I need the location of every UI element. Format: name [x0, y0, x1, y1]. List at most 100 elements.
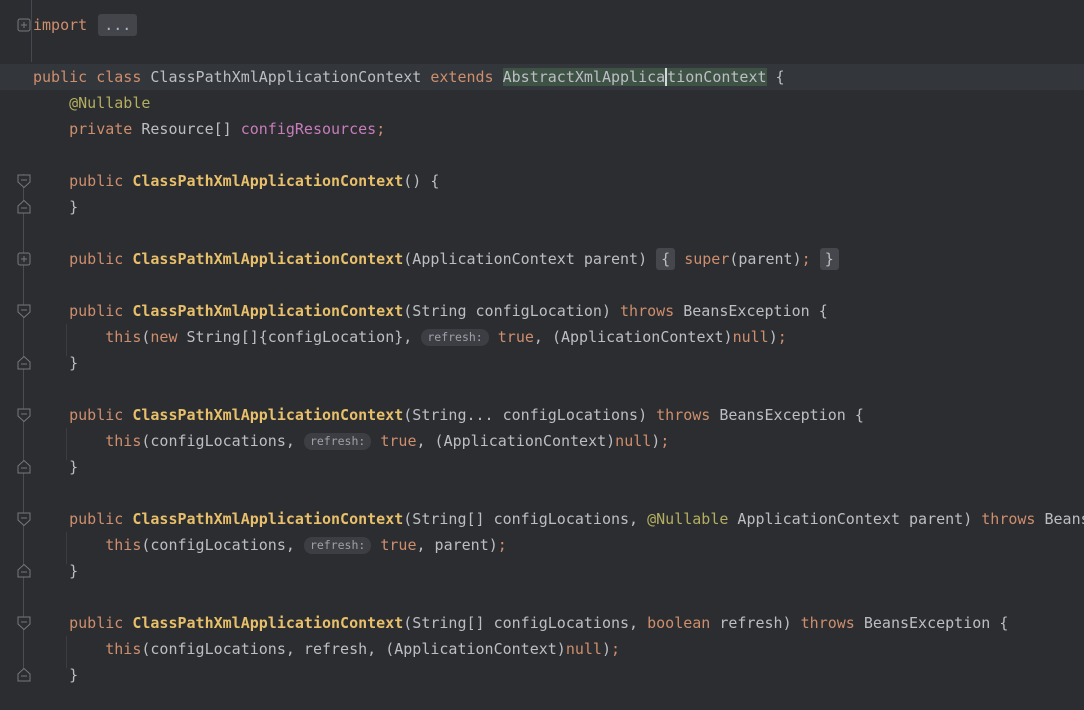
code-line-22[interactable]: }	[0, 558, 1084, 584]
fold-marker-end-icon[interactable]	[17, 668, 31, 682]
token-keyword: public	[69, 250, 123, 268]
token-text: ApplicationContext parent)	[728, 510, 981, 528]
code-line-8[interactable]: }	[0, 194, 1084, 220]
token-annotation: @Nullable	[647, 510, 728, 528]
code-line-26[interactable]: }	[0, 662, 1084, 688]
token-keyword: null	[733, 328, 769, 346]
code-line-13[interactable]: this(new String[]{configLocation}, refre…	[0, 324, 1084, 350]
code-line-7[interactable]: public ClassPathXmlApplicationContext() …	[0, 168, 1084, 194]
code-line-15[interactable]	[0, 376, 1084, 402]
token-text	[33, 94, 69, 112]
code-line-17[interactable]: this(configLocations, refresh: true, (Ap…	[0, 428, 1084, 454]
token-keyword: this	[105, 536, 141, 554]
fold-marker-start-icon[interactable]	[17, 512, 31, 526]
code-line-4[interactable]: @Nullable	[0, 90, 1084, 116]
token-text: }	[33, 666, 78, 684]
code-line-18[interactable]: }	[0, 454, 1084, 480]
code-line-20[interactable]: public ClassPathXmlApplicationContext(St…	[0, 506, 1084, 532]
code-line-25[interactable]: this(configLocations, refresh, (Applicat…	[0, 636, 1084, 662]
token-text: }	[33, 198, 78, 216]
code-line-11[interactable]	[0, 272, 1084, 298]
token-text: refresh)	[710, 614, 800, 632]
token-text: )	[769, 328, 778, 346]
token-keyword: throws	[801, 614, 855, 632]
fold-marker-end-icon[interactable]	[17, 564, 31, 578]
token-text: (configLocations, refresh, (ApplicationC…	[141, 640, 565, 658]
fold-marker-start-icon[interactable]	[17, 408, 31, 422]
token-constructor-name: ClassPathXmlApplicationContext	[132, 614, 403, 632]
token-constructor-name: ClassPathXmlApplicationContext	[132, 510, 403, 528]
token-keyword: import	[33, 16, 87, 34]
code-line-23[interactable]	[0, 584, 1084, 610]
parameter-name-hint[interactable]: refresh:	[421, 329, 488, 346]
fold-marker-collapsed-icon[interactable]	[17, 252, 31, 266]
code-line-12[interactable]: public ClassPathXmlApplicationContext(St…	[0, 298, 1084, 324]
token-keyword: ;	[778, 328, 787, 346]
token-keyword: public	[69, 614, 123, 632]
token-text	[123, 614, 132, 632]
token-text	[33, 328, 105, 346]
token-text: {	[767, 68, 785, 86]
token-text: (String... configLocations)	[403, 406, 656, 424]
code-area[interactable]: import ... public class ClassPathXmlAppli…	[0, 12, 1084, 710]
code-editor[interactable]: import ... public class ClassPathXmlAppli…	[0, 0, 1084, 710]
code-line-21[interactable]: this(configLocations, refresh: true, par…	[0, 532, 1084, 558]
token-keyword: ;	[611, 640, 620, 658]
parameter-name-hint[interactable]: refresh:	[304, 537, 371, 554]
token-annotation: @Nullable	[69, 94, 150, 112]
code-line-9[interactable]	[0, 220, 1084, 246]
token-text: (String[] configLocations,	[403, 510, 647, 528]
token-text: (configLocations,	[141, 536, 304, 554]
folded-body-brace[interactable]: {	[656, 248, 675, 270]
token-text: BeansException {	[1035, 510, 1084, 528]
token-keyword: boolean	[647, 614, 710, 632]
token-text	[811, 250, 820, 268]
token-text: () {	[403, 172, 439, 190]
token-highlighted-identifier: AbstractXmlApplica	[503, 68, 666, 86]
fold-marker-start-icon[interactable]	[17, 616, 31, 630]
code-line-3[interactable]: public class ClassPathXmlApplicationCont…	[0, 64, 1084, 90]
token-text	[87, 16, 96, 34]
token-text: (parent)	[729, 250, 801, 268]
code-line-27[interactable]	[0, 688, 1084, 710]
fold-marker-start-icon[interactable]	[17, 174, 31, 188]
code-line-16[interactable]: public ClassPathXmlApplicationContext(St…	[0, 402, 1084, 428]
token-keyword: public	[69, 302, 123, 320]
token-text: , (ApplicationContext)	[416, 432, 615, 450]
code-line-14[interactable]: }	[0, 350, 1084, 376]
token-text	[33, 302, 69, 320]
token-field-name: configResources	[241, 120, 376, 138]
token-keyword: true	[380, 536, 416, 554]
folded-body-brace[interactable]: }	[820, 248, 839, 270]
token-text	[123, 302, 132, 320]
token-text: )	[651, 432, 660, 450]
code-line-6[interactable]	[0, 142, 1084, 168]
token-text	[33, 172, 69, 190]
fold-marker-end-icon[interactable]	[17, 356, 31, 370]
code-line-2[interactable]	[0, 38, 1084, 64]
token-keyword: true	[498, 328, 534, 346]
token-constructor-name: ClassPathXmlApplicationContext	[132, 302, 403, 320]
parameter-name-hint[interactable]: refresh:	[304, 433, 371, 450]
token-keyword: public class	[33, 68, 141, 86]
token-text: }	[33, 458, 78, 476]
token-text: , (ApplicationContext)	[534, 328, 733, 346]
folded-imports-placeholder[interactable]: ...	[98, 14, 137, 36]
code-line-10[interactable]: public ClassPathXmlApplicationContext(Ap…	[0, 246, 1084, 272]
token-keyword: true	[380, 432, 416, 450]
fold-marker-end-icon[interactable]	[17, 460, 31, 474]
token-text: , parent)	[416, 536, 497, 554]
fold-marker-end-icon[interactable]	[17, 200, 31, 214]
code-line-1[interactable]: import ...	[0, 12, 1084, 38]
code-line-19[interactable]	[0, 480, 1084, 506]
token-text	[123, 510, 132, 528]
token-keyword: private	[69, 120, 132, 138]
fold-marker-start-icon[interactable]	[17, 304, 31, 318]
code-line-24[interactable]: public ClassPathXmlApplicationContext(St…	[0, 610, 1084, 636]
fold-marker-collapsed-icon[interactable]	[17, 18, 31, 32]
token-keyword: throws	[656, 406, 710, 424]
code-line-5[interactable]: private Resource[] configResources;	[0, 116, 1084, 142]
token-text	[33, 536, 105, 554]
token-highlighted-identifier: tionContext	[667, 68, 766, 86]
token-text	[33, 510, 69, 528]
